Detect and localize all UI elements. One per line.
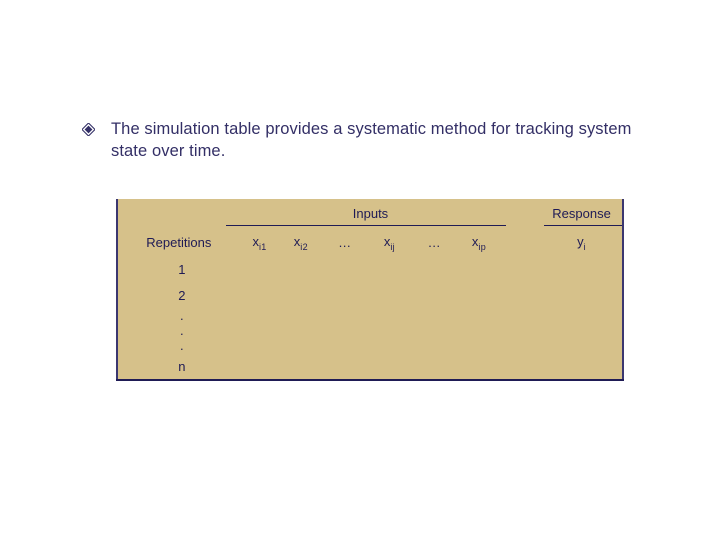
table-row: 1: [117, 257, 623, 283]
bullet-text: The simulation table provides a systemat…: [109, 118, 650, 163]
col-xij: xij: [367, 229, 412, 257]
simulation-table: Inputs Response Repetitions xi1 xi2 … xi…: [116, 199, 624, 381]
inputs-underline: [226, 225, 506, 226]
rep-dot: .: [117, 339, 240, 354]
col-xip: xip: [457, 229, 502, 257]
col-xi2: xi2: [279, 229, 322, 257]
table-row: .: [117, 324, 623, 339]
rep-1: 1: [117, 257, 240, 283]
rep-2: 2: [117, 283, 240, 309]
rep-n: n: [117, 354, 240, 380]
rep-dot: .: [117, 309, 240, 324]
inputs-group-label: Inputs: [353, 206, 388, 221]
rep-dot: .: [117, 324, 240, 339]
col-xi1: xi1: [240, 229, 280, 257]
response-group-label: Response: [552, 206, 611, 221]
diamond-icon: [82, 123, 95, 141]
table-row: .: [117, 309, 623, 324]
col-ell-1: …: [322, 229, 367, 257]
col-ell-2: …: [412, 229, 457, 257]
table-header-row: Repetitions xi1 xi2 … xij … xip yi: [117, 229, 623, 257]
bullet-item: The simulation table provides a systemat…: [82, 118, 650, 163]
table-row: n: [117, 354, 623, 380]
col-yi: yi: [541, 229, 623, 257]
table-row: 2: [117, 283, 623, 309]
slide-body: The simulation table provides a systemat…: [0, 0, 720, 381]
response-underline: [544, 225, 622, 226]
table-row: .: [117, 339, 623, 354]
col-repetitions: Repetitions: [117, 229, 240, 257]
